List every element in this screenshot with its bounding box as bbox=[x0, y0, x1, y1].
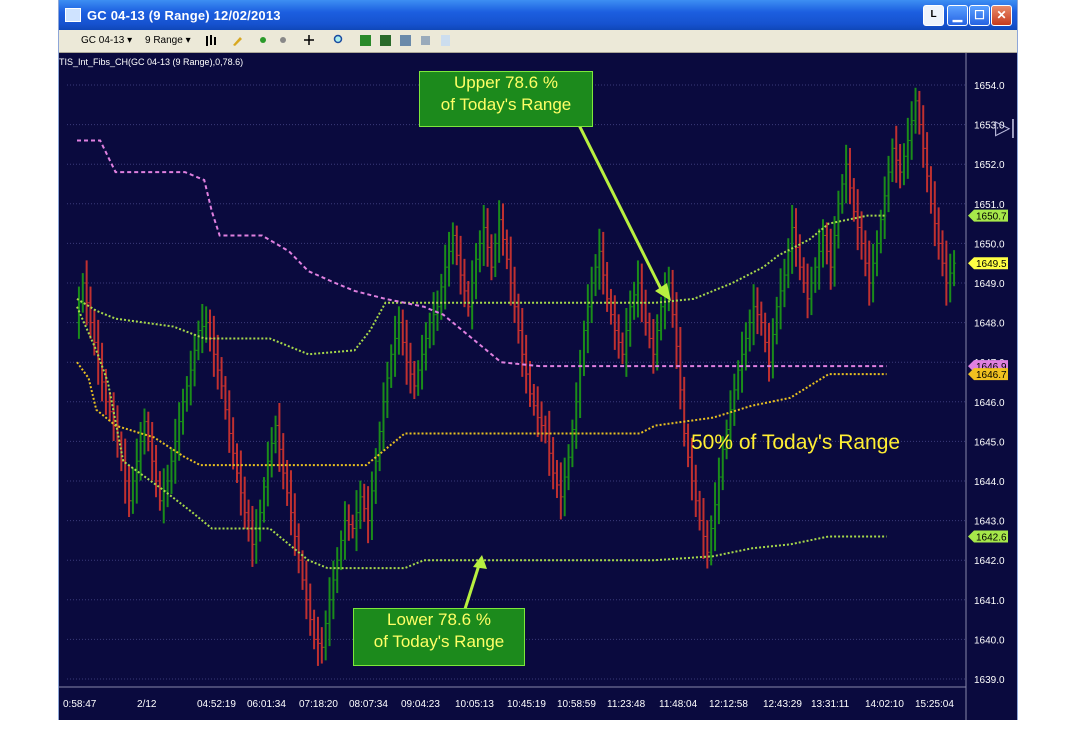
x-tick-label: 11:48:04 bbox=[659, 699, 698, 710]
x-tick-label: 0:58:47 bbox=[63, 699, 97, 710]
instrument-selector[interactable]: GC 04-13 ▾ bbox=[81, 35, 132, 46]
x-tick-label: 10:05:13 bbox=[455, 699, 494, 710]
x-tick-label: 08:07:34 bbox=[349, 699, 388, 710]
minimize-button[interactable]: ▁ bbox=[947, 5, 968, 26]
x-tick-label: 12:12:58 bbox=[709, 699, 748, 710]
y-tick-label: 1640.0 bbox=[974, 635, 1005, 646]
lower-callout: Lower 78.6 % of Today's Range bbox=[353, 608, 525, 666]
lower-arrow bbox=[463, 564, 481, 610]
upper-callout-line1: Upper 78.6 % bbox=[454, 73, 558, 92]
lower-callout-line1: Lower 78.6 % bbox=[387, 610, 491, 629]
properties-icon[interactable] bbox=[399, 34, 412, 47]
lower-callout-line2: of Today's Range bbox=[373, 632, 505, 651]
x-tick-label: 13:31:11 bbox=[811, 699, 850, 710]
price-marker-label: 1650.7 bbox=[976, 212, 1007, 223]
y-tick-label: 1644.0 bbox=[974, 477, 1005, 488]
crosshair-icon[interactable] bbox=[303, 34, 316, 47]
period-selector[interactable]: 9 Range ▾ bbox=[145, 35, 191, 46]
y-tick-label: 1641.0 bbox=[974, 596, 1005, 607]
x-tick-label: 07:18:20 bbox=[299, 699, 338, 710]
pin-icon[interactable] bbox=[257, 34, 270, 47]
title-bar[interactable]: GC 04-13 (9 Range) 12/02/2013 L ▁ ☐ ✕ bbox=[59, 0, 1017, 30]
data-box-icon[interactable] bbox=[439, 34, 452, 47]
x-tick-label: 2/12 bbox=[137, 699, 157, 710]
lower-arrowhead bbox=[473, 555, 487, 569]
mid-range-label: 50% of Today's Range bbox=[691, 431, 901, 454]
y-tick-label: 1639.0 bbox=[974, 675, 1005, 686]
window-title: GC 04-13 (9 Range) 12/02/2013 bbox=[87, 8, 281, 23]
close-button[interactable]: ✕ bbox=[991, 5, 1012, 26]
x-tick-label: 06:01:34 bbox=[247, 699, 286, 710]
chart-canvas: 1654.01653.01652.01651.01650.01649.01648… bbox=[59, 53, 1008, 720]
y-tick-label: 1645.0 bbox=[974, 437, 1005, 448]
price-chart[interactable]: 1654.0 1653.0 1652.0 1651.0 1650.0 1649.0 1648… bbox=[59, 53, 1017, 739]
indicators-icon[interactable] bbox=[359, 34, 372, 47]
pin-remove-icon[interactable] bbox=[277, 34, 290, 47]
y-tick-label: 1649.0 bbox=[974, 279, 1005, 290]
zoom-icon[interactable] bbox=[333, 34, 346, 47]
y-tick-label: 1650.0 bbox=[974, 239, 1005, 250]
pencil-icon[interactable] bbox=[231, 34, 244, 47]
chart-app-icon bbox=[65, 8, 81, 22]
copyright-text: © 2013 NinjaTrader, LLC bbox=[67, 729, 167, 739]
x-tick-label: 15:25:04 bbox=[915, 699, 954, 710]
x-tick-label: 04:52:19 bbox=[197, 699, 236, 710]
chart-toolbar: GC 04-13 ▾ 9 Range ▾ bbox=[59, 30, 1017, 53]
x-tick-label: 09:04:23 bbox=[401, 699, 440, 710]
price-marker-label: 1649.5 bbox=[976, 259, 1007, 270]
instrument-label: GC 04-13 bbox=[81, 35, 125, 46]
scroll-to-end-icon[interactable]: ▷| bbox=[995, 115, 1016, 140]
y-tick-label: 1642.0 bbox=[974, 556, 1005, 567]
price-marker-label: 1646.7 bbox=[976, 370, 1007, 381]
indicator-label: TIS_Int_Fibs_CH(GC 04-13 (9 Range),0,78.… bbox=[59, 57, 244, 67]
x-tick-label: 10:58:59 bbox=[557, 699, 596, 710]
price-marker-label: 1642.6 bbox=[976, 532, 1007, 543]
x-tick-label: 10:45:19 bbox=[507, 699, 546, 710]
chart-window: GC 04-13 (9 Range) 12/02/2013 L ▁ ☐ ✕ GC… bbox=[58, 0, 1018, 739]
link-button[interactable]: L bbox=[923, 5, 944, 26]
y-tick-label: 1643.0 bbox=[974, 517, 1005, 528]
upper-callout: Upper 78.6 % of Today's Range bbox=[419, 71, 593, 127]
period-label: 9 Range bbox=[145, 35, 183, 46]
x-tick-label: 12:43:29 bbox=[763, 699, 802, 710]
x-tick-label: 14:02:10 bbox=[865, 699, 904, 710]
bar-type-icon[interactable] bbox=[205, 34, 218, 47]
y-tick-label: 1654.0 bbox=[974, 81, 1005, 92]
y-tick-label: 1652.0 bbox=[974, 160, 1005, 171]
maximize-button[interactable]: ☐ bbox=[969, 5, 990, 26]
y-tick-label: 1646.0 bbox=[974, 398, 1005, 409]
y-tick-label: 1648.0 bbox=[974, 319, 1005, 330]
y-tick-label: 1651.0 bbox=[974, 200, 1005, 211]
strategies-icon[interactable] bbox=[379, 34, 392, 47]
print-icon[interactable] bbox=[419, 34, 432, 47]
x-tick-label: 11:23:48 bbox=[607, 699, 646, 710]
upper-callout-line2: of Today's Range bbox=[440, 95, 572, 114]
